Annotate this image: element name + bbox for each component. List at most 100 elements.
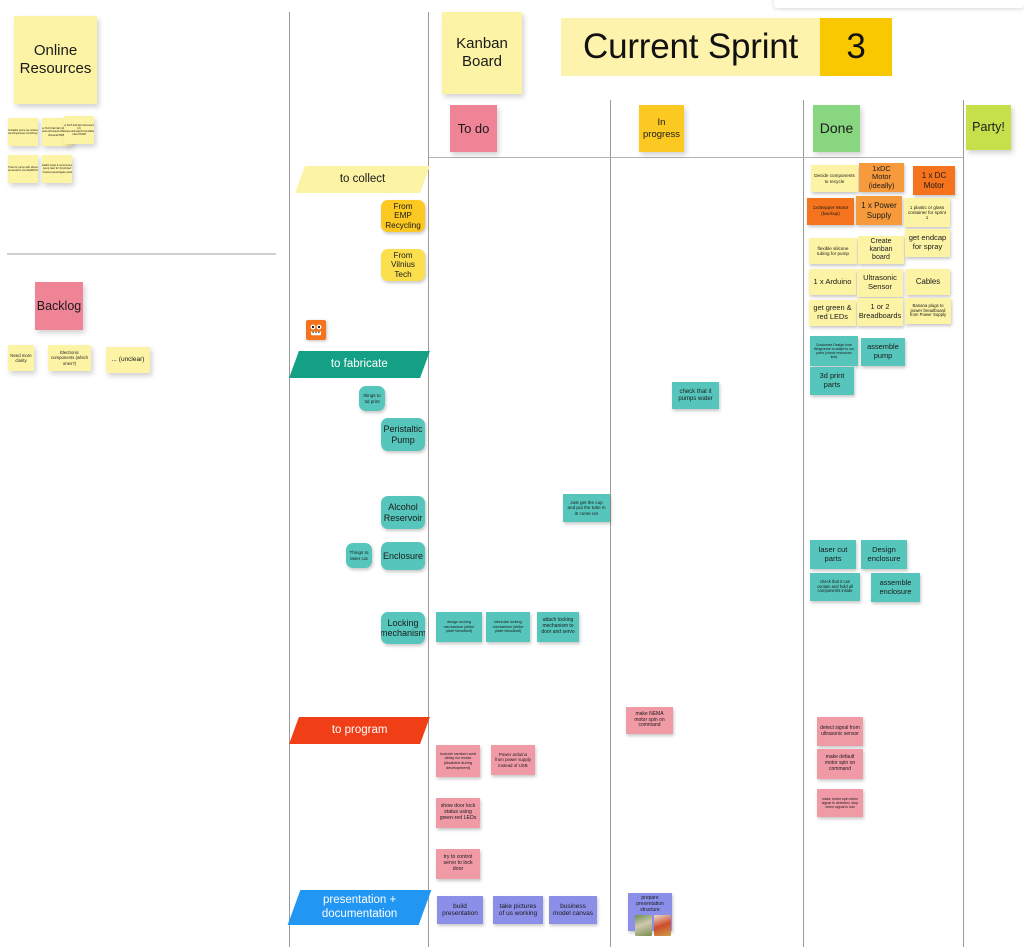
- online-resources-title-line1: Online: [33, 42, 78, 60]
- column-header-party[interactable]: Party!: [966, 105, 1011, 150]
- backlog-note[interactable]: Electronic components (which ones?): [48, 345, 91, 371]
- card-inprogress[interactable]: Just get the cup and put the tube in it!…: [563, 494, 610, 522]
- swimlane-to-collect-label: to collect: [339, 172, 386, 185]
- card-text: Just get the cup and put the tube in it!…: [567, 500, 606, 516]
- card-text: 1xDC Motor (ideally): [868, 163, 895, 190]
- card-text: 3d print parts: [819, 371, 845, 389]
- card-done[interactable]: get endcap for spray: [905, 229, 950, 257]
- card-text: design locking mechanism (strike plate+d…: [443, 620, 475, 634]
- lane-tag-from-emp-recycling[interactable]: From EMP Recycling: [381, 200, 425, 232]
- card-done[interactable]: make default motor spin on command: [817, 749, 863, 779]
- kanban-label-line1: Kanban: [456, 35, 508, 53]
- card-text: Power arduino from power supply instead …: [495, 752, 531, 768]
- kanban-board-sticky[interactable]: Kanban Board: [442, 12, 522, 94]
- backlog-note[interactable]: Need more clarity: [8, 345, 34, 371]
- card-todo[interactable]: attach locking mechanism to door and ser…: [537, 612, 579, 642]
- swimlane-presentation-documentation[interactable]: presentation + documentation: [287, 890, 432, 925]
- card-text: Create kanban board: [869, 237, 893, 262]
- swimlane-presentation-label-wrap: presentation + documentation: [322, 894, 397, 922]
- card-done[interactable]: assemble enclosure: [871, 573, 920, 602]
- card-done[interactable]: make motor spin when signal is detected,…: [817, 789, 863, 817]
- card-done[interactable]: 3d print parts: [810, 367, 854, 395]
- card-todo[interactable]: include random wait delay for motor (dis…: [436, 745, 480, 777]
- card-todo[interactable]: fabricate locking mechanism (strike plat…: [486, 612, 530, 642]
- swimlane-to-program[interactable]: to program: [289, 717, 430, 744]
- card-done[interactable]: Design enclosure: [861, 540, 907, 569]
- lane-tag-from-vilnius-tech[interactable]: From Vilnius Tech: [381, 249, 425, 281]
- current-sprint-banner: Current Sprint 3: [561, 18, 893, 76]
- card-text: 1xStepper Motor (backup): [812, 205, 849, 217]
- card-todo[interactable]: design locking mechanism (strike plate+d…: [436, 612, 482, 642]
- card-todo[interactable]: try to control servo to lock door: [436, 849, 480, 879]
- resource-note-text: Tube for pump with silicon https://www.a…: [8, 165, 38, 172]
- card-done[interactable]: Cables: [906, 269, 950, 295]
- card-text: include random wait delay for motor (dis…: [440, 750, 476, 770]
- card-done[interactable]: check that it can contain and hold all c…: [810, 573, 860, 601]
- card-done[interactable]: detect signal from ultrasonic sensor: [817, 717, 863, 746]
- lane-tag-peristaltic-pump[interactable]: Peristaltic Pump: [381, 418, 425, 451]
- board-left-border: [289, 12, 290, 947]
- card-done[interactable]: laser cut parts: [810, 540, 856, 569]
- backlog-note[interactable]: ... (unclear): [106, 347, 150, 373]
- card-done[interactable]: 1 x Power Supply: [856, 196, 902, 225]
- card-text: Banana plugs to power breadboard from Po…: [909, 302, 947, 318]
- monster-emoji-sticker[interactable]: [306, 320, 326, 340]
- monster-face-icon: [310, 324, 322, 336]
- backlog-note-text: ... (unclear): [111, 356, 145, 364]
- lane-tag-things-to-laser-cut[interactable]: Things to laser cut: [346, 543, 372, 568]
- lane-tag-label: Alcohol Reservoir: [383, 502, 423, 523]
- column-divider-todo-inprogress: [610, 100, 611, 947]
- swimlane-to-program-label: to program: [331, 723, 388, 736]
- card-inprogress[interactable]: check that it pumps water: [672, 382, 719, 409]
- lane-tag-things-to-3d-print[interactable]: things to 3d print: [359, 386, 385, 411]
- lane-tag-enclosure[interactable]: Enclosure: [381, 542, 425, 570]
- card-text: Design enclosure: [867, 544, 901, 563]
- column-header-divider: [429, 157, 963, 158]
- card-todo[interactable]: take pictures of us working: [493, 896, 543, 924]
- card-done[interactable]: Customize Design from thingiverse to ada…: [810, 336, 858, 366]
- avatar-photo-sheep: [635, 915, 652, 936]
- swimlane-to-fabricate[interactable]: to fabricate: [289, 351, 430, 378]
- card-done[interactable]: Decide components to recycle: [811, 165, 858, 192]
- card-done[interactable]: flexible silicone tubing for pump: [809, 238, 857, 264]
- card-done[interactable]: Ultrasonic Sensor: [857, 269, 903, 297]
- column-header-done[interactable]: Done: [813, 105, 860, 152]
- resource-note[interactable]: Vilnius Tech Fab lab documentation (2) h…: [64, 116, 94, 144]
- backlog-sticky[interactable]: Backlog: [35, 282, 83, 330]
- resource-note[interactable]: Tube for pump with silicon https://www.a…: [8, 155, 38, 183]
- online-resources-sticky[interactable]: Online Resources: [14, 16, 97, 104]
- card-todo[interactable]: business model canvas: [549, 896, 597, 924]
- card-done[interactable]: 1 x DC Motor: [913, 166, 955, 195]
- column-divider-done-party: [963, 100, 964, 947]
- card-done[interactable]: Banana plugs to power breadboard from Po…: [905, 298, 951, 324]
- card-text: prepare presentation structure: [636, 895, 664, 913]
- card-inprogress[interactable]: make NEMA motor spin on command: [626, 707, 673, 734]
- resource-note[interactable]: peristaltic study & recommended pump rat…: [42, 155, 72, 183]
- lane-tag-label: things to 3d print: [363, 393, 381, 404]
- card-done[interactable]: assemble pump: [861, 338, 905, 366]
- column-header-todo[interactable]: To do: [450, 105, 497, 152]
- resource-note[interactable]: Peristaltic pump we ordered https://www.…: [8, 118, 38, 146]
- card-text: detect signal from ultrasonic sensor: [820, 724, 860, 737]
- lane-tag-alcohol-reservoir[interactable]: Alcohol Reservoir: [381, 496, 425, 529]
- card-done[interactable]: Create kanban board: [858, 236, 904, 264]
- backlog-title: Backlog: [36, 298, 82, 313]
- card-done[interactable]: get green & red LEDs: [809, 300, 856, 326]
- card-done[interactable]: 1 plastic or glass container for sprint …: [904, 198, 950, 227]
- swimlane-to-collect[interactable]: to collect: [295, 166, 430, 193]
- card-todo[interactable]: show door lock status using green-red LE…: [436, 798, 480, 828]
- lane-tag-locking-mechanism[interactable]: Locking mechanism: [381, 612, 425, 644]
- card-done[interactable]: 1xStepper Motor (backup): [807, 198, 854, 225]
- column-header-done-label: Done: [819, 120, 854, 137]
- card-text: assemble enclosure: [879, 577, 912, 596]
- card-done[interactable]: 1xDC Motor (ideally): [859, 163, 904, 192]
- card-todo[interactable]: build presentation: [437, 896, 483, 924]
- card-text: get green & red LEDs: [813, 303, 852, 321]
- card-done[interactable]: 1 x Arduino: [809, 269, 856, 295]
- avatar-photo-person: [654, 915, 671, 936]
- card-text: build presentation: [442, 902, 478, 917]
- column-divider-inprogress-done: [803, 100, 804, 947]
- column-header-inprogress[interactable]: In progress: [639, 105, 684, 152]
- card-done[interactable]: 1 or 2 Breadboards: [857, 298, 903, 326]
- card-todo[interactable]: Power arduino from power supply instead …: [491, 745, 535, 775]
